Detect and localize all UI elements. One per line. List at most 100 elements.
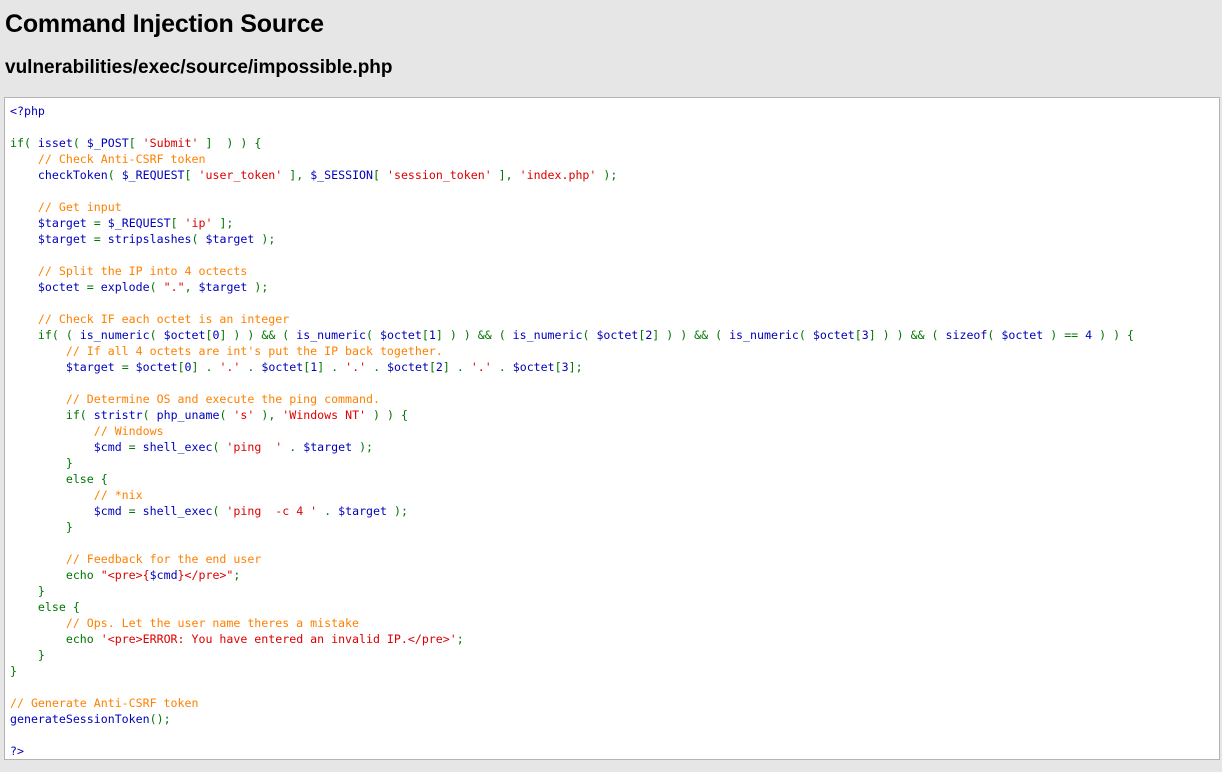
code-token-keyword: (: [582, 328, 597, 342]
code-line: }: [10, 455, 1134, 471]
code-token-keyword: (: [149, 328, 164, 342]
code-token-default: $octet: [261, 360, 304, 374]
code-token-keyword: ] .: [442, 360, 471, 374]
code-token-comment: // Feedback for the end user: [10, 552, 262, 566]
code-token-keyword: ;: [233, 568, 241, 582]
code-token-default: <?php: [10, 104, 45, 118]
code-token-keyword: (: [219, 408, 234, 422]
code-token-comment: // Windows: [10, 424, 164, 438]
code-token-default: explode: [100, 280, 150, 294]
code-token-keyword: (: [191, 232, 206, 246]
code-line: }: [10, 647, 1134, 663]
code-line: ?>: [10, 743, 1134, 759]
code-token-string: 'Submit': [142, 136, 199, 150]
code-line: echo "<pre>{$cmd}</pre>";: [10, 567, 1134, 583]
code-token-default: is_numeric: [512, 328, 583, 342]
code-token-string: ".": [163, 280, 185, 294]
code-token-keyword: }: [10, 456, 73, 470]
code-token-keyword: ],: [491, 168, 520, 182]
code-token-default: shell_exec: [142, 504, 213, 518]
code-line: $cmd = shell_exec( 'ping ' . $target );: [10, 439, 1134, 455]
code-token-keyword: [: [184, 168, 199, 182]
code-token-keyword: [10, 360, 66, 374]
code-token-default: $octet: [380, 328, 422, 342]
code-line: }: [10, 663, 1134, 679]
code-token-default: $octet: [163, 328, 206, 342]
code-token-keyword: }: [10, 520, 73, 534]
code-line: // Get input: [10, 199, 1134, 215]
code-token-keyword: ),: [254, 408, 283, 422]
code-token-keyword: (: [798, 328, 813, 342]
code-line: if( stristr( php_uname( 's' ), 'Windows …: [10, 407, 1134, 423]
code-line: generateSessionToken();: [10, 711, 1134, 727]
code-token-string: 'session_token': [386, 168, 492, 182]
code-token-default: isset: [37, 136, 73, 150]
code-line: $target = $octet[0] . '.' . $octet[1] . …: [10, 359, 1134, 375]
code-token-keyword: [10, 504, 94, 518]
code-token-keyword: ];: [212, 216, 234, 230]
code-token-string: "<pre>{: [100, 568, 150, 582]
code-token-keyword: ] ) ) && (: [652, 328, 730, 342]
code-token-default: $octet: [1001, 328, 1044, 342]
code-token-keyword: [10, 216, 38, 230]
code-token-comment: // Ops. Let the user name theres a mista…: [10, 616, 360, 630]
code-token-default: $octet: [387, 360, 429, 374]
code-token-keyword: =: [114, 360, 136, 374]
code-token-comment: // Check Anti-CSRF token: [10, 152, 206, 166]
code-token-keyword: [: [373, 168, 387, 182]
code-line: // Split the IP into 4 octects: [10, 263, 1134, 279]
code-line: <?php: [10, 103, 1134, 119]
source-file-path: vulnerabilities/exec/source/impossible.p…: [5, 57, 393, 78]
code-line: }: [10, 519, 1134, 535]
code-token-default: $target: [205, 232, 255, 246]
code-token-keyword: [: [854, 328, 862, 342]
code-token-default: $octet: [37, 280, 80, 294]
code-token-keyword: else {: [10, 472, 108, 486]
code-token-default: 3: [861, 328, 869, 342]
code-token-default: is_numeric: [729, 328, 799, 342]
code-token-keyword: [: [554, 360, 562, 374]
code-token-string: '.': [219, 360, 241, 374]
code-token-default: $_REQUEST: [107, 216, 171, 230]
code-token-keyword: ] ) ) && (: [219, 328, 297, 342]
code-token-comment: // Check IF each octet is an integer: [10, 312, 290, 326]
code-token-keyword: if(: [10, 136, 38, 150]
code-line: if( isset( $_POST[ 'Submit' ] ) ) {: [10, 135, 1134, 151]
code-token-keyword: ] .: [191, 360, 220, 374]
code-token-default: $target: [198, 280, 248, 294]
code-token-keyword: .: [317, 504, 339, 518]
code-token-keyword: (: [212, 440, 227, 454]
code-line: else {: [10, 471, 1134, 487]
code-token-keyword: if( (: [10, 328, 80, 342]
code-token-default: $_POST: [86, 136, 129, 150]
code-line: $cmd = shell_exec( 'ping -c 4 ' . $targe…: [10, 503, 1134, 519]
code-token-keyword: ],: [282, 168, 311, 182]
code-line: // Check Anti-CSRF token: [10, 151, 1134, 167]
code-line: // Feedback for the end user: [10, 551, 1134, 567]
code-token-default: $target: [65, 360, 115, 374]
page-title: Command Injection Source: [5, 10, 324, 38]
code-line: echo '<pre>ERROR: You have entered an in…: [10, 631, 1134, 647]
code-token-default: is_numeric: [79, 328, 150, 342]
code-token-keyword: }: [10, 584, 45, 598]
code-token-default: $_SESSION: [310, 168, 374, 182]
code-token-keyword: .: [366, 360, 388, 374]
code-token-keyword: [10, 440, 94, 454]
code-token-string: 'ping -c 4 ': [226, 504, 318, 518]
code-token-comment: // Generate Anti-CSRF token: [10, 696, 199, 710]
code-token-default: $octet: [512, 360, 555, 374]
code-token-default: $target: [303, 440, 353, 454]
code-token-default: ?>: [10, 744, 24, 758]
code-token-default: 1: [428, 328, 436, 342]
code-token-comment: // Determine OS and execute the ping com…: [10, 392, 380, 406]
code-token-default: php_uname: [156, 408, 220, 422]
code-token-comment: // *nix: [10, 488, 143, 502]
code-token-keyword: }: [10, 648, 45, 662]
code-token-default: $octet: [596, 328, 639, 342]
code-token-default: $cmd: [93, 440, 122, 454]
code-token-string: 'Windows NT': [282, 408, 367, 422]
